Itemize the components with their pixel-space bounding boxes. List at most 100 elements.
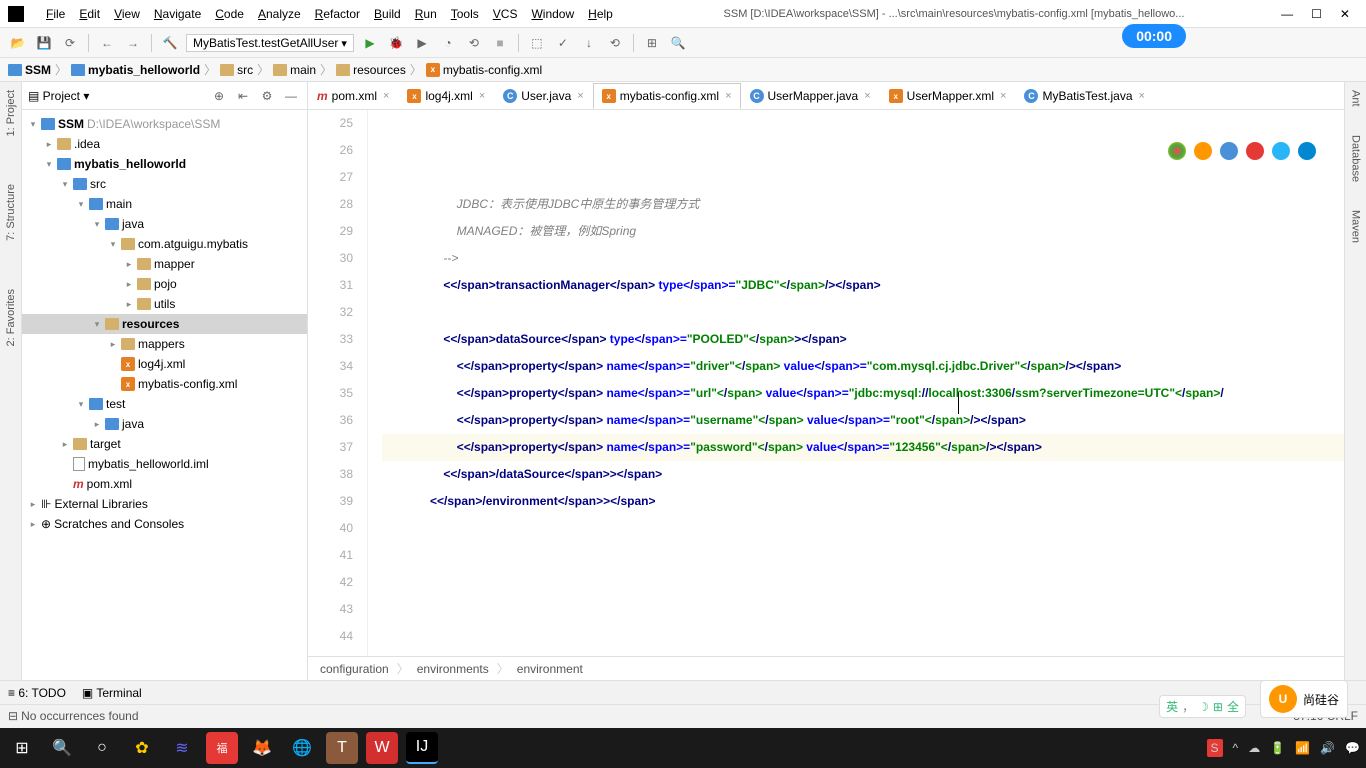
menu-help[interactable]: Help: [582, 5, 619, 23]
editor-tab[interactable]: C UserMapper.java ×: [741, 83, 880, 109]
close-tab-icon[interactable]: ×: [577, 90, 583, 102]
close-tab-icon[interactable]: ×: [383, 90, 389, 102]
breadcrumb-item[interactable]: src: [220, 63, 253, 77]
app-icon-2[interactable]: ≋: [166, 732, 198, 764]
menu-code[interactable]: Code: [209, 5, 250, 23]
tree-node[interactable]: ▸⊕ Scratches and Consoles: [22, 514, 307, 534]
menu-analyze[interactable]: Analyze: [252, 5, 307, 23]
coverage-icon[interactable]: ▶: [412, 33, 432, 53]
tree-node[interactable]: ▸ utils: [22, 294, 307, 314]
ie-icon[interactable]: [1272, 142, 1290, 160]
tray-battery-icon[interactable]: 🔋: [1270, 741, 1285, 755]
tree-node[interactable]: ▸⊪ External Libraries: [22, 494, 307, 514]
menu-refactor[interactable]: Refactor: [309, 5, 366, 23]
breadcrumb-item[interactable]: mybatis_helloworld: [71, 63, 200, 77]
menu-build[interactable]: Build: [368, 5, 407, 23]
minimize-button[interactable]: —: [1281, 7, 1293, 21]
code-editor[interactable]: 2526272829303132333435363738394041424344…: [308, 110, 1344, 656]
right-stripe-tab[interactable]: Maven: [1348, 206, 1364, 247]
right-stripe-tab[interactable]: Ant: [1348, 86, 1364, 111]
tree-node[interactable]: ▾ SSM D:\IDEA\workspace\SSM: [22, 114, 307, 134]
tree-node[interactable]: mybatis_helloworld.iml: [22, 454, 307, 474]
close-tab-icon[interactable]: ×: [479, 90, 485, 102]
close-tab-icon[interactable]: ×: [725, 90, 731, 102]
editor-tab[interactable]: x UserMapper.xml ×: [880, 83, 1016, 109]
chrome-taskbar-icon[interactable]: 🌐: [286, 732, 318, 764]
left-stripe-tab[interactable]: 2: Favorites: [3, 285, 19, 350]
firefox-icon[interactable]: [1194, 142, 1212, 160]
menu-view[interactable]: View: [108, 5, 146, 23]
edge-icon[interactable]: [1298, 142, 1316, 160]
tree-node[interactable]: ▾ java: [22, 214, 307, 234]
attach-icon[interactable]: ⟲: [464, 33, 484, 53]
app-icon-3[interactable]: 福: [206, 732, 238, 764]
xml-breadcrumb-item[interactable]: configuration: [320, 662, 389, 676]
stop-icon[interactable]: ■: [490, 33, 510, 53]
editor-tab[interactable]: m pom.xml ×: [308, 83, 398, 109]
menu-run[interactable]: Run: [409, 5, 443, 23]
forward-icon[interactable]: →: [123, 33, 143, 53]
search-icon[interactable]: 🔍: [668, 33, 688, 53]
bottom-tab[interactable]: ≡ 6: TODO: [8, 686, 66, 700]
settings-icon[interactable]: ⚙: [257, 86, 277, 106]
locate-icon[interactable]: ⊕: [209, 86, 229, 106]
tree-node[interactable]: ▸ java: [22, 414, 307, 434]
run-config-selector[interactable]: MyBatisTest.testGetAllUser ▾: [186, 34, 354, 52]
breadcrumb-item[interactable]: resources: [336, 63, 406, 77]
history-icon[interactable]: ⟲: [605, 33, 625, 53]
menu-vcs[interactable]: VCS: [487, 5, 524, 23]
tray-wifi-icon[interactable]: 📶: [1295, 741, 1310, 755]
cortana-icon[interactable]: ○: [86, 732, 118, 764]
close-tab-icon[interactable]: ×: [1139, 90, 1145, 102]
tree-node[interactable]: ▾ mybatis_helloworld: [22, 154, 307, 174]
close-tab-icon[interactable]: ×: [1000, 90, 1006, 102]
intellij-taskbar-icon[interactable]: IJ: [406, 732, 438, 764]
ime-indicator[interactable]: 英，☽⊞全: [1159, 695, 1246, 718]
bottom-tab[interactable]: ▣ Terminal: [82, 686, 142, 700]
xml-breadcrumb-item[interactable]: environment: [517, 662, 583, 676]
editor-tab[interactable]: C User.java ×: [494, 83, 592, 109]
update-icon[interactable]: ↓: [579, 33, 599, 53]
editor-tab[interactable]: x log4j.xml ×: [398, 83, 494, 109]
build-icon[interactable]: 🔨: [160, 33, 180, 53]
project-tree[interactable]: ▾ SSM D:\IDEA\workspace\SSM▸ .idea▾ myba…: [22, 110, 307, 680]
breadcrumb-item[interactable]: x mybatis-config.xml: [426, 63, 542, 77]
menu-window[interactable]: Window: [525, 5, 580, 23]
close-button[interactable]: ✕: [1340, 7, 1350, 21]
hide-icon[interactable]: —: [281, 86, 301, 106]
commit-icon[interactable]: ✓: [553, 33, 573, 53]
breadcrumb-item[interactable]: SSM: [8, 63, 51, 77]
wps-icon[interactable]: W: [366, 732, 398, 764]
back-icon[interactable]: ←: [97, 33, 117, 53]
editor-tab[interactable]: C MyBatisTest.java ×: [1015, 83, 1153, 109]
start-button[interactable]: ⊞: [6, 732, 38, 764]
tree-node[interactable]: x mybatis-config.xml: [22, 374, 307, 394]
tray-notif-icon[interactable]: 💬: [1345, 741, 1360, 755]
close-tab-icon[interactable]: ×: [864, 90, 870, 102]
tray-icon-1[interactable]: S: [1207, 739, 1223, 757]
structure-icon[interactable]: ⊞: [642, 33, 662, 53]
tree-node[interactable]: m pom.xml: [22, 474, 307, 494]
tree-node[interactable]: x log4j.xml: [22, 354, 307, 374]
maximize-button[interactable]: ☐: [1311, 7, 1322, 21]
safari-icon[interactable]: [1220, 142, 1238, 160]
tree-node[interactable]: ▾ test: [22, 394, 307, 414]
search-button[interactable]: 🔍: [46, 732, 78, 764]
vcs-icon[interactable]: ⬚: [527, 33, 547, 53]
collapse-icon[interactable]: ⇤: [233, 86, 253, 106]
editor-tab[interactable]: x mybatis-config.xml ×: [593, 83, 741, 109]
run-icon[interactable]: ▶: [360, 33, 380, 53]
save-icon[interactable]: 💾: [34, 33, 54, 53]
open-icon[interactable]: 📂: [8, 33, 28, 53]
code-content[interactable]: JDBC：表示使用JDBC中原生的事务管理方式 MANAGED：被管理，例如Sp…: [382, 110, 1344, 656]
menu-tools[interactable]: Tools: [445, 5, 485, 23]
refresh-icon[interactable]: ⟳: [60, 33, 80, 53]
tree-node[interactable]: ▾ resources: [22, 314, 307, 334]
tree-node[interactable]: ▾ src: [22, 174, 307, 194]
tree-node[interactable]: ▸ mappers: [22, 334, 307, 354]
menu-file[interactable]: File: [40, 5, 71, 23]
tray-up-icon[interactable]: ^: [1233, 741, 1239, 755]
opera-icon[interactable]: [1246, 142, 1264, 160]
tree-node[interactable]: ▸ pojo: [22, 274, 307, 294]
breadcrumb-item[interactable]: main: [273, 63, 316, 77]
